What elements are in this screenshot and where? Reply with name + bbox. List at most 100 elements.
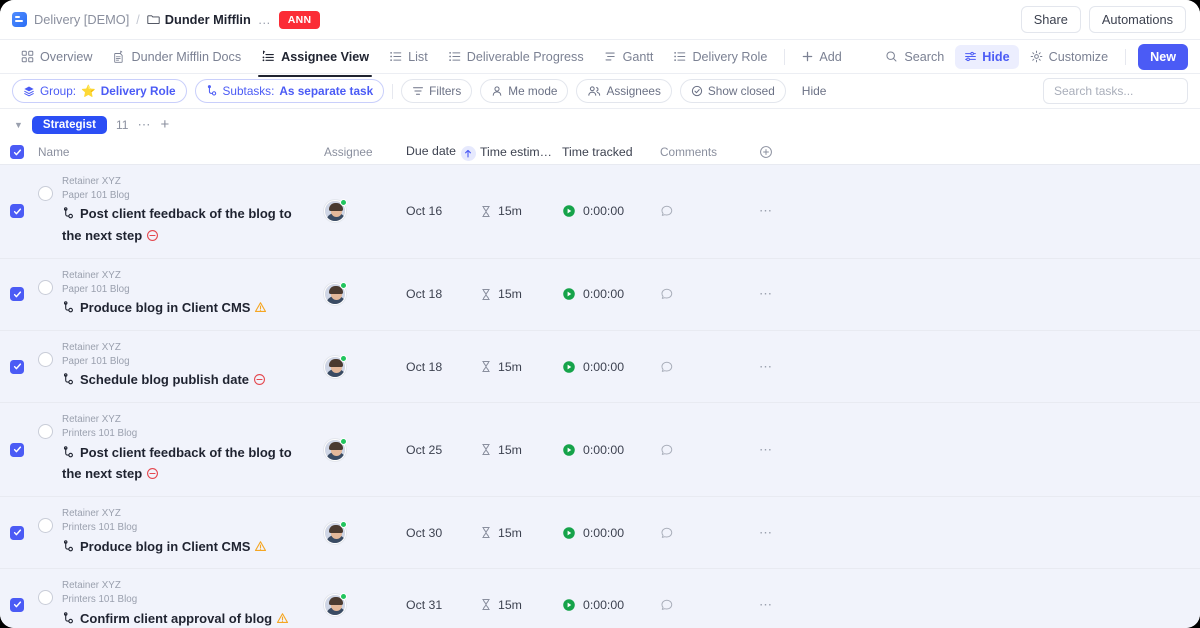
- due-date-cell[interactable]: Oct 18: [402, 287, 480, 301]
- tab-deliverable-progress[interactable]: Deliverable Progress: [439, 44, 593, 70]
- breadcrumb-folder[interactable]: Dunder Mifflin: [147, 12, 251, 27]
- row-more-button[interactable]: ⋯: [736, 359, 796, 375]
- select-all-checkbox[interactable]: [10, 145, 24, 159]
- column-comments[interactable]: Comments: [660, 145, 736, 159]
- play-timer-icon[interactable]: [562, 287, 576, 301]
- customize-button[interactable]: Customize: [1021, 44, 1118, 70]
- due-date-cell[interactable]: Oct 31: [402, 598, 480, 612]
- row-more-button[interactable]: ⋯: [736, 442, 796, 458]
- hide-filter-button[interactable]: Hide: [794, 80, 835, 102]
- group-filter-pill[interactable]: Group: ⭐ Delivery Role: [12, 79, 187, 103]
- row-checkbox[interactable]: [10, 598, 24, 612]
- due-date-cell[interactable]: Oct 18: [402, 360, 480, 374]
- comment-icon[interactable]: [660, 443, 674, 457]
- column-due-date[interactable]: Due date: [402, 144, 480, 161]
- row-more-button[interactable]: ⋯: [736, 597, 796, 613]
- comments-cell[interactable]: [660, 360, 736, 374]
- due-date-cell[interactable]: Oct 30: [402, 526, 480, 540]
- add-view-button[interactable]: Add: [793, 44, 850, 70]
- comment-icon[interactable]: [660, 598, 674, 612]
- time-estimate-cell[interactable]: 15m: [480, 204, 562, 218]
- circle-minus-icon[interactable]: [146, 466, 159, 486]
- column-name[interactable]: Name: [34, 145, 320, 159]
- play-timer-icon[interactable]: [562, 204, 576, 218]
- time-tracked-cell[interactable]: 0:00:00: [562, 360, 660, 374]
- task-status-toggle[interactable]: [38, 352, 53, 367]
- comment-icon[interactable]: [660, 360, 674, 374]
- warning-triangle-icon[interactable]: [254, 300, 267, 320]
- warning-triangle-icon[interactable]: [276, 611, 289, 628]
- time-tracked-cell[interactable]: 0:00:00: [562, 526, 660, 540]
- me-mode-button[interactable]: Me mode: [480, 79, 568, 103]
- task-status-toggle[interactable]: [38, 590, 53, 605]
- time-estimate-cell[interactable]: 15m: [480, 526, 562, 540]
- play-timer-icon[interactable]: [562, 526, 576, 540]
- time-estimate-cell[interactable]: 15m: [480, 360, 562, 374]
- row-checkbox[interactable]: [10, 360, 24, 374]
- sort-ascending-icon[interactable]: [461, 146, 476, 161]
- assignees-button[interactable]: Assignees: [576, 79, 671, 103]
- group-collapse-caret-icon[interactable]: ▼: [14, 120, 23, 130]
- avatar[interactable]: [324, 439, 346, 461]
- search-tasks-input[interactable]: Search tasks...: [1043, 78, 1188, 104]
- comments-cell[interactable]: [660, 443, 736, 457]
- comments-cell[interactable]: [660, 287, 736, 301]
- comments-cell[interactable]: [660, 598, 736, 612]
- row-checkbox[interactable]: [10, 526, 24, 540]
- comments-cell[interactable]: [660, 204, 736, 218]
- group-add-task-icon[interactable]: +: [160, 117, 169, 132]
- task-row[interactable]: Retainer XYZPaper 101 BlogProduce blog i…: [0, 259, 1200, 331]
- due-date-cell[interactable]: Oct 16: [402, 204, 480, 218]
- task-title[interactable]: Post client feedback of the blog to the …: [62, 204, 310, 248]
- avatar[interactable]: [324, 283, 346, 305]
- automations-button[interactable]: Automations: [1089, 6, 1186, 33]
- task-status-toggle[interactable]: [38, 280, 53, 295]
- avatar[interactable]: [324, 522, 346, 544]
- task-status-toggle[interactable]: [38, 424, 53, 439]
- play-timer-icon[interactable]: [562, 443, 576, 457]
- group-badge[interactable]: Strategist: [32, 116, 107, 134]
- row-more-button[interactable]: ⋯: [736, 203, 796, 219]
- task-title[interactable]: Schedule blog publish date: [62, 370, 266, 392]
- breadcrumb-space[interactable]: Delivery [DEMO]: [34, 12, 129, 27]
- column-time-tracked[interactable]: Time tracked: [562, 145, 660, 159]
- avatar[interactable]: [324, 356, 346, 378]
- new-task-button[interactable]: New: [1138, 44, 1188, 70]
- task-status-toggle[interactable]: [38, 186, 53, 201]
- task-title[interactable]: Produce blog in Client CMS: [62, 537, 267, 559]
- group-more-icon[interactable]: ⋯: [137, 117, 151, 133]
- search-button[interactable]: Search: [876, 44, 953, 70]
- breadcrumb-more-icon[interactable]: …: [258, 12, 272, 27]
- row-checkbox[interactable]: [10, 204, 24, 218]
- task-title[interactable]: Produce blog in Client CMS: [62, 298, 267, 320]
- row-checkbox[interactable]: [10, 287, 24, 301]
- tab-list[interactable]: List: [380, 44, 437, 70]
- tab-dunder-mifflin-docs[interactable]: Dunder Mifflin Docs: [103, 44, 250, 70]
- task-row[interactable]: Retainer XYZPrinters 101 BlogConfirm cli…: [0, 569, 1200, 628]
- time-estimate-cell[interactable]: 15m: [480, 287, 562, 301]
- time-tracked-cell[interactable]: 0:00:00: [562, 204, 660, 218]
- circle-minus-icon[interactable]: [146, 228, 159, 248]
- row-more-button[interactable]: ⋯: [736, 286, 796, 302]
- row-more-button[interactable]: ⋯: [736, 525, 796, 541]
- avatar[interactable]: [324, 594, 346, 616]
- avatar[interactable]: [324, 200, 346, 222]
- play-timer-icon[interactable]: [562, 598, 576, 612]
- play-timer-icon[interactable]: [562, 360, 576, 374]
- task-row[interactable]: Retainer XYZPrinters 101 BlogProduce blo…: [0, 497, 1200, 569]
- task-title[interactable]: Confirm client approval of blog: [62, 609, 289, 628]
- comment-icon[interactable]: [660, 287, 674, 301]
- task-row[interactable]: Retainer XYZPrinters 101 BlogPost client…: [0, 403, 1200, 497]
- circle-minus-icon[interactable]: [253, 372, 266, 392]
- time-estimate-cell[interactable]: 15m: [480, 598, 562, 612]
- add-column-button[interactable]: [736, 145, 796, 159]
- ann-badge[interactable]: ANN: [279, 11, 321, 29]
- subtasks-filter-pill[interactable]: Subtasks: As separate task: [195, 79, 385, 103]
- tab-delivery-role[interactable]: Delivery Role: [664, 44, 776, 70]
- task-row[interactable]: Retainer XYZPaper 101 BlogPost client fe…: [0, 165, 1200, 259]
- warning-triangle-icon[interactable]: [254, 539, 267, 559]
- task-title[interactable]: Post client feedback of the blog to the …: [62, 443, 310, 487]
- column-time-estimate[interactable]: Time estim…: [480, 145, 562, 159]
- time-tracked-cell[interactable]: 0:00:00: [562, 443, 660, 457]
- time-estimate-cell[interactable]: 15m: [480, 443, 562, 457]
